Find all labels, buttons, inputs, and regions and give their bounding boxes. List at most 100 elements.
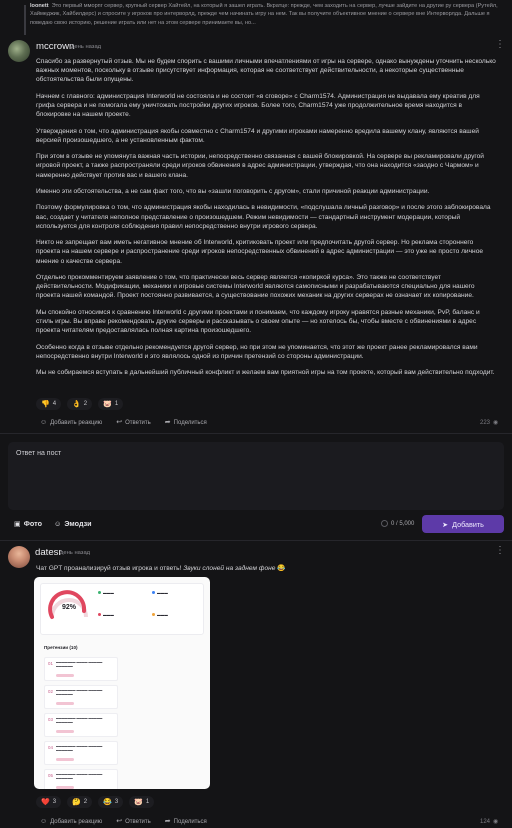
share-button[interactable]: ➦ Поделиться	[165, 418, 207, 426]
reaction-chip[interactable]: ❤️ 3	[36, 796, 62, 808]
reaction-emoji: 👌	[72, 401, 81, 408]
progress-ring-icon	[381, 520, 388, 527]
submit-label: Добавить	[452, 519, 484, 529]
reply-button[interactable]: ↩ Ответить	[116, 817, 151, 825]
reaction-chip[interactable]: 🐷 1	[129, 796, 155, 808]
reaction-count: 1	[145, 799, 150, 805]
eye-icon: ◉	[493, 420, 499, 426]
reaction-count: 4	[52, 401, 57, 407]
reaction-count: 1	[114, 401, 119, 407]
photo-button[interactable]: ▣ Фото	[14, 519, 42, 528]
reply-placeholder: Ответ на пост	[16, 450, 62, 457]
more-options-icon[interactable]: ⋮	[495, 40, 505, 50]
reaction-chip[interactable]: 🤔 2	[67, 796, 93, 808]
post-text-italic: Звуки слоней на заднем фоне	[183, 565, 276, 572]
reaction-chip[interactable]: 👎 4	[36, 398, 62, 410]
post-author[interactable]: mccrown	[36, 41, 74, 52]
post-date: день назад	[60, 550, 91, 556]
quote-author[interactable]: loonett	[30, 3, 49, 9]
photo-label: Фото	[23, 519, 42, 528]
reactions: 👎 4 👌 2 🐷 1	[36, 398, 124, 410]
reaction-chip[interactable]: 👌 2	[67, 398, 93, 410]
claim-card: 02 ▬▬▬▬▬▬▬ ▬▬▬▬ ▬▬▬▬▬ ▬▬▬▬▬▬	[44, 685, 118, 709]
status-dot	[152, 613, 155, 616]
char-counter: 0 / 5,000	[381, 520, 414, 527]
eye-icon: ◉	[493, 819, 499, 825]
share-button[interactable]: ➦ Поделиться	[165, 817, 207, 825]
avatar[interactable]	[8, 546, 30, 568]
post-body: Спасибо за развернутый отзыв. Мы не буде…	[36, 57, 498, 385]
stat-item: ▬▬▬	[98, 591, 114, 595]
share-label: Поделиться	[173, 819, 207, 825]
submit-reply-button[interactable]: ➤ Добавить	[422, 515, 504, 533]
post-body: Чат GPT проанализируй отзыв игрока и отв…	[36, 564, 498, 573]
reaction-count: 3	[114, 799, 119, 805]
reaction-chip[interactable]: 😂 3	[98, 796, 124, 808]
emoji-label: Эмодзи	[64, 519, 92, 528]
post-paragraph: Мы не собираемся вступать в дальнейший п…	[36, 369, 495, 377]
smile-icon: ☺	[40, 418, 48, 426]
add-reaction-label: Добавить реакцию	[50, 818, 103, 825]
reaction-chip[interactable]: 🐷 1	[98, 398, 124, 410]
reaction-emoji: 🤔	[72, 799, 81, 806]
emoji-button[interactable]: ☺ Эмодзи	[54, 519, 92, 528]
claim-card: 01 ▬▬▬▬▬▬▬ ▬▬▬▬ ▬▬▬▬▬ ▬▬▬▬▬▬	[44, 657, 118, 681]
reply-tools: ▣ Фото ☺ Эмодзи	[14, 519, 92, 528]
add-reaction-label: Добавить реакцию	[50, 419, 103, 426]
reaction-emoji: 👎	[41, 401, 50, 408]
stat-item: ▬▬▬	[152, 613, 168, 617]
post-paragraph: Спасибо за развернутый отзыв. Мы не буде…	[36, 58, 496, 84]
embedded-screenshot[interactable]: 92% ▬▬▬ ▬▬▬ ▬▬▬ ▬▬▬ Претензии (10) 01 ▬▬▬…	[34, 577, 210, 789]
reply-button[interactable]: ↩ Ответить	[116, 418, 151, 426]
share-icon: ➦	[164, 419, 171, 426]
score-percent: 92%	[61, 604, 76, 611]
post-paragraph: Утверждения о том, что администрация яко…	[36, 127, 479, 144]
reply-label: Ответить	[125, 420, 151, 426]
add-reaction-button[interactable]: ☺ Добавить реакцию	[40, 419, 102, 426]
post-paragraph: Никто не запрещает вам иметь негативное …	[36, 239, 484, 265]
add-reaction-button[interactable]: ☺ Добавить реакцию	[40, 818, 102, 825]
views-count: 223	[480, 419, 491, 426]
share-label: Поделиться	[173, 420, 207, 426]
reaction-count: 2	[83, 401, 88, 407]
stat-item: ▬▬▬	[152, 591, 168, 595]
post-paragraph: Отдельно прокомментируем заявление о том…	[36, 273, 475, 300]
divider	[0, 540, 512, 541]
divider	[0, 433, 512, 434]
post-paragraph: Особенно когда в отзыве отдельно рекомен…	[36, 343, 478, 360]
laugh-emoji: 😂	[277, 565, 286, 572]
post-actions: ☺ Добавить реакцию ↩ Ответить ➦ Поделиться	[40, 418, 207, 427]
post-actions: ☺ Добавить реакцию ↩ Ответить ➦ Поделиться	[40, 817, 207, 826]
more-options-icon[interactable]: ⋮	[495, 546, 505, 556]
post-paragraph: Именно эти обстоятельства, а не сам факт…	[36, 187, 430, 195]
post-author[interactable]: datesr	[35, 547, 62, 558]
status-dot	[98, 613, 101, 616]
post-paragraph: При этом в отзыве не упомянута важная ча…	[36, 153, 484, 179]
reaction-emoji: 😂	[103, 799, 112, 806]
views-counter: 124 ◉	[480, 818, 499, 826]
emoji-icon: ☺	[53, 519, 62, 528]
claim-card: 04 ▬▬▬▬▬▬▬ ▬▬▬▬ ▬▬▬▬▬ ▬▬▬▬▬▬	[44, 741, 118, 765]
post-text-plain: Чат GPT проанализируй отзыв игрока и отв…	[36, 565, 184, 572]
views-counter: 223 ◉	[480, 419, 499, 427]
reactions: ❤️ 3 🤔 2 😂 3 🐷 1	[36, 796, 155, 808]
stat-item: ▬▬▬	[98, 613, 114, 617]
reply-icon: ↩	[116, 419, 123, 426]
reply-textarea[interactable]: Ответ на пост	[8, 442, 504, 510]
avatar[interactable]	[8, 40, 30, 62]
reaction-count: 2	[83, 799, 88, 805]
smile-icon: ☺	[40, 817, 48, 825]
post-paragraph: Поэтому формулировка о том, что админист…	[36, 204, 491, 230]
claim-card: 03 ▬▬▬▬▬▬▬ ▬▬▬▬ ▬▬▬▬▬ ▬▬▬▬▬▬	[44, 713, 118, 737]
claim-card: 05 ▬▬▬▬▬▬▬ ▬▬▬▬ ▬▬▬▬▬ ▬▬▬▬▬▬	[44, 769, 118, 789]
claims-title: Претензии (10)	[44, 645, 78, 650]
reaction-emoji: ❤️	[41, 799, 50, 806]
status-dot	[98, 591, 101, 594]
status-dot	[152, 591, 155, 594]
reaction-emoji: 🐷	[103, 401, 112, 408]
reply-label: Ответить	[125, 819, 151, 825]
quoted-review: loonett Это первый мморпг сервер, крупный…	[24, 2, 500, 35]
post-paragraph: Мы спокойно относимся к сравнению Interw…	[36, 308, 480, 335]
post-paragraph: Начнем с главного: администрация Interwo…	[36, 92, 480, 119]
quote-text: Это первый мморпг сервер, крупный сервер…	[30, 3, 498, 26]
